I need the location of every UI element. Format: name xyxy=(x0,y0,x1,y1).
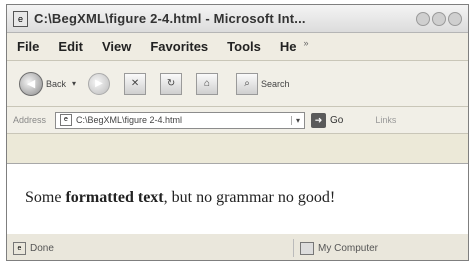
window-controls xyxy=(416,11,462,26)
browser-window: e C:\BegXML\figure 2-4.html - Microsoft … xyxy=(6,4,469,261)
toolbar: ◀ Back ▾ ▶ ✕ ↻ ⌂ ⌕ Search xyxy=(7,61,468,107)
menu-favorites[interactable]: Favorites xyxy=(150,39,208,54)
text-after: , but no grammar no good! xyxy=(163,189,336,206)
window-title: C:\BegXML\figure 2-4.html - Microsoft In… xyxy=(34,11,306,26)
go-arrow-icon: ➜ xyxy=(311,112,326,128)
status-bar: e Done My Computer xyxy=(7,234,468,260)
links-label[interactable]: Links xyxy=(375,115,396,125)
back-dropdown-icon[interactable]: ▾ xyxy=(72,79,76,88)
address-value: C:\BegXML\figure 2-4.html xyxy=(76,115,183,125)
security-zone: My Computer xyxy=(294,239,378,257)
search-icon: ⌕ xyxy=(236,72,259,95)
refresh-icon[interactable]: ↻ xyxy=(160,72,183,95)
forward-icon[interactable]: ▶ xyxy=(88,72,111,95)
page-done-icon: e xyxy=(13,241,26,255)
stop-icon[interactable]: ✕ xyxy=(124,72,147,95)
menu-file[interactable]: File xyxy=(17,39,39,54)
page-icon: e xyxy=(13,10,28,27)
address-dropdown-icon[interactable]: ▾ xyxy=(290,115,304,125)
back-button[interactable]: ◀ Back ▾ xyxy=(19,71,76,96)
maximize-button[interactable] xyxy=(432,11,446,26)
title-bar: e C:\BegXML\figure 2-4.html - Microsoft … xyxy=(7,5,468,33)
text-bold: formatted text xyxy=(65,189,164,206)
menu-edit[interactable]: Edit xyxy=(58,39,83,54)
menu-overflow-icon[interactable]: » xyxy=(304,38,309,48)
back-icon: ◀ xyxy=(19,71,43,96)
search-button[interactable]: ⌕ Search xyxy=(236,72,290,95)
go-button[interactable]: ➜ Go xyxy=(311,112,344,128)
minimize-button[interactable] xyxy=(416,11,430,26)
content-text: Some formatted text, but no grammar no g… xyxy=(25,189,335,207)
menu-bar: File Edit View Favorites Tools He » xyxy=(7,33,468,61)
status-text: Done xyxy=(30,242,54,254)
close-button[interactable] xyxy=(448,11,462,26)
text-before: Some xyxy=(25,189,66,206)
menu-tools[interactable]: Tools xyxy=(227,39,261,54)
menu-help[interactable]: He xyxy=(280,39,297,54)
zone-text: My Computer xyxy=(318,242,379,254)
address-input[interactable]: e C:\BegXML\figure 2-4.html ▾ xyxy=(55,111,305,129)
computer-icon xyxy=(300,241,314,255)
page-file-icon: e xyxy=(60,114,72,126)
back-label: Back xyxy=(46,78,67,89)
home-icon[interactable]: ⌂ xyxy=(196,72,219,95)
menu-view[interactable]: View xyxy=(102,39,131,54)
status-left: e Done xyxy=(7,239,294,257)
address-bar: Address e C:\BegXML\figure 2-4.html ▾ ➜ … xyxy=(7,107,468,134)
go-label: Go xyxy=(330,114,344,126)
search-label: Search xyxy=(261,78,290,89)
page-content: Some formatted text, but no grammar no g… xyxy=(7,163,468,235)
address-label: Address xyxy=(13,115,47,125)
